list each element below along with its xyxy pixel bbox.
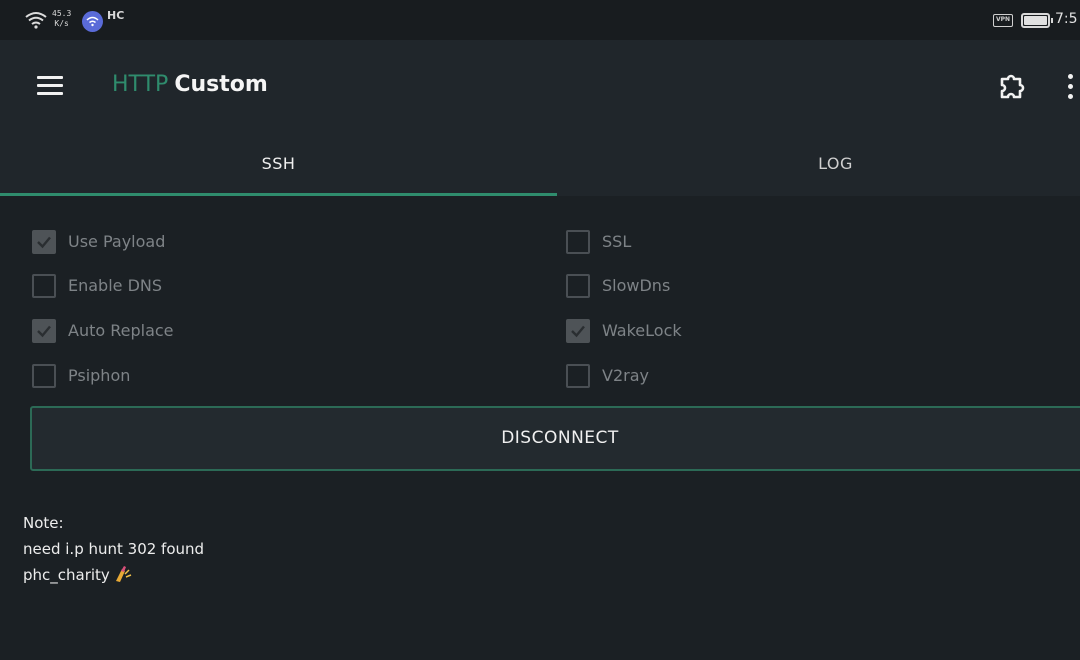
hotspot-icon	[82, 11, 103, 32]
note-line-2: phc_charity	[23, 562, 204, 588]
note-text: Note: need i.p hunt 302 found phc_charit…	[23, 510, 204, 588]
tab-bar: SSH LOG	[0, 134, 1080, 196]
slowdns-label: SlowDns	[602, 276, 671, 295]
note-line-1: need i.p hunt 302 found	[23, 540, 205, 558]
app-title-custom: Custom	[174, 72, 268, 97]
wakelock-checkbox[interactable]	[566, 319, 590, 343]
note-line-2-text: phc_charity	[23, 566, 110, 584]
enable-dns-label: Enable DNS	[68, 276, 163, 295]
clock: 7:5	[1055, 11, 1078, 27]
menu-icon[interactable]	[37, 76, 63, 96]
use-payload-checkbox[interactable]	[32, 230, 56, 254]
auto-replace-label: Auto Replace	[68, 321, 174, 340]
v2ray-label: V2ray	[602, 366, 649, 385]
puzzle-icon[interactable]	[996, 70, 1028, 102]
tab-indicator	[0, 193, 557, 196]
status-bar: 45.3 K/s HC VPN 7:5	[0, 0, 1080, 40]
tab-log[interactable]: LOG	[557, 134, 1080, 196]
more-options-icon[interactable]	[1062, 74, 1080, 100]
battery-icon	[1021, 13, 1053, 28]
disconnect-button[interactable]: DISCONNECT	[30, 406, 1080, 471]
psiphon-label: Psiphon	[68, 366, 131, 385]
wakelock-label: WakeLock	[602, 321, 682, 340]
auto-replace-checkbox[interactable]	[32, 319, 56, 343]
note-heading: Note:	[23, 514, 64, 532]
v2ray-checkbox[interactable]	[566, 364, 590, 388]
ssl-label: SSL	[602, 232, 632, 251]
app-title-http: HTTP	[112, 72, 169, 97]
vpn-icon: VPN	[993, 14, 1013, 27]
tab-ssh[interactable]: SSH	[0, 134, 557, 196]
app-title: HTTP Custom	[112, 72, 268, 97]
wifi-icon	[25, 12, 47, 29]
use-payload-label: Use Payload	[68, 232, 166, 251]
psiphon-checkbox[interactable]	[32, 364, 56, 388]
hc-notification-icon: HC	[107, 9, 125, 22]
enable-dns-checkbox[interactable]	[32, 274, 56, 298]
app-bar: HTTP Custom	[0, 40, 1080, 134]
nail-polish-emoji-icon	[115, 566, 132, 582]
slowdns-checkbox[interactable]	[566, 274, 590, 298]
network-speed: 45.3 K/s	[52, 9, 72, 28]
ssl-checkbox[interactable]	[566, 230, 590, 254]
